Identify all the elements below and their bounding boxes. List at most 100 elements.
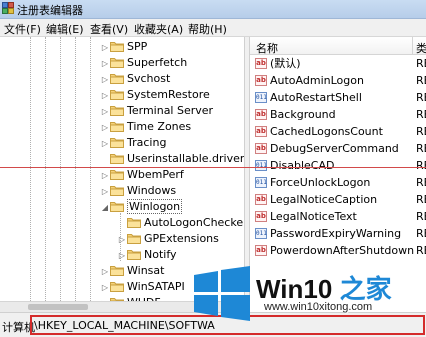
- tree-guide-line: [30, 37, 31, 301]
- value-type: RE: [416, 159, 426, 172]
- tree-guide-line: [75, 37, 76, 301]
- value-name: PowerdownAfterShutdown: [270, 244, 415, 257]
- value-name: Background: [270, 108, 336, 121]
- expand-arrow-icon[interactable]: ▷: [100, 120, 110, 136]
- tree-item-label: WinSATAPI: [127, 280, 185, 293]
- expand-arrow-icon[interactable]: ▷: [100, 88, 110, 104]
- scrollbar-thumb[interactable]: [28, 304, 88, 310]
- tree-item-label: Windows: [127, 184, 177, 197]
- tree-item[interactable]: ▷ SPP: [100, 39, 147, 55]
- tree-item-label: SystemRestore: [127, 88, 210, 101]
- value-row[interactable]: abBackground RE: [250, 106, 426, 123]
- tree-item-label: Time Zones: [127, 120, 192, 133]
- tree-item-label: AutoLogonChecke: [144, 216, 244, 229]
- menu-help[interactable]: 帮助(H): [188, 21, 227, 37]
- value-name: CachedLogonsCount: [270, 125, 383, 138]
- value-type: RE: [416, 57, 426, 70]
- tree-item[interactable]: ▷ Winsat: [100, 263, 165, 280]
- registry-key-tree[interactable]: ▷ SPP ▷ Superfetch ▷ Svchost ▷ SystemRestore ▷ Te…: [0, 37, 244, 301]
- value-name: DebugServerCommand: [270, 142, 399, 155]
- expand-arrow-icon[interactable]: ▷: [100, 72, 110, 88]
- tree-item[interactable]: ◢ Winlogon: [100, 199, 183, 216]
- value-row[interactable]: 011PasswordExpiryWarning RE: [250, 225, 426, 242]
- folder-icon: [110, 201, 124, 212]
- tree-item[interactable]: ▷ Superfetch: [100, 55, 187, 71]
- value-row[interactable]: abAutoAdminLogon RE: [250, 72, 426, 89]
- expand-arrow-icon[interactable]: ▷: [100, 40, 110, 56]
- column-header-name[interactable]: 名称: [256, 40, 278, 56]
- value-row[interactable]: abCachedLogonsCount RE: [250, 123, 426, 140]
- tree-item[interactable]: ▷ Windows: [100, 183, 176, 199]
- value-row[interactable]: abLegalNoticeCaption RE: [250, 191, 426, 208]
- tree-item-label: Notify: [144, 248, 177, 261]
- tree-item[interactable]: Userinstallable.drivers: [100, 151, 244, 167]
- expand-arrow-icon[interactable]: ▷: [117, 248, 127, 264]
- watermark-title-main: Win10: [256, 274, 333, 304]
- expand-arrow-icon[interactable]: ▷: [100, 184, 110, 200]
- tree-item[interactable]: ▷ Time Zones: [100, 119, 191, 135]
- value-type: RE: [416, 91, 426, 104]
- value-row[interactable]: ab(默认) RE: [250, 55, 426, 72]
- tree-item-label: WbemPerf: [127, 168, 184, 181]
- value-row[interactable]: abPowerdownAfterShutdownRE: [250, 242, 426, 259]
- tree-item-label: Winlogon: [127, 199, 183, 214]
- folder-icon: [110, 265, 124, 276]
- tree-item[interactable]: ▷ Svchost: [100, 71, 170, 87]
- value-row[interactable]: 011DisableCAD RE: [250, 157, 426, 174]
- watermark: Win10 之家 www.win10xitong.com: [192, 265, 426, 336]
- tree-item[interactable]: ▷ WinSATAPI: [100, 279, 185, 295]
- column-header-type[interactable]: 类: [416, 40, 426, 56]
- menu-favorites[interactable]: 收藏夹(A): [134, 21, 183, 37]
- expand-arrow-icon[interactable]: ▷: [100, 168, 110, 184]
- expand-arrow-icon[interactable]: ▷: [100, 264, 110, 280]
- value-type: RE: [416, 125, 426, 138]
- tree-item-label: Winsat: [127, 264, 165, 277]
- value-row[interactable]: 011AutoRestartShell RE: [250, 89, 426, 106]
- tree-item[interactable]: ▷ GPExtensions: [117, 231, 219, 247]
- tree-item[interactable]: ▷ WbemPerf: [100, 167, 184, 183]
- folder-icon: [110, 169, 124, 180]
- value-row[interactable]: abDebugServerCommand RE: [250, 140, 426, 157]
- string-value-icon: ab: [255, 143, 267, 154]
- tree-item[interactable]: AutoLogonChecke: [117, 215, 243, 231]
- binary-value-icon: 011: [255, 92, 267, 103]
- value-type: RE: [416, 210, 426, 223]
- value-name: AutoAdminLogon: [270, 74, 364, 87]
- window-title: 注册表编辑器: [17, 4, 83, 17]
- expand-arrow-icon[interactable]: ▷: [117, 232, 127, 248]
- expand-arrow-icon[interactable]: ▷: [100, 104, 110, 120]
- expand-arrow-icon[interactable]: ▷: [100, 280, 110, 296]
- folder-icon: [110, 153, 124, 164]
- tree-item[interactable]: ▷ Notify: [117, 247, 177, 263]
- tree-item[interactable]: ▷ SystemRestore: [100, 87, 210, 103]
- tree-item[interactable]: ▷ Terminal Server: [100, 103, 213, 119]
- folder-icon: [127, 233, 141, 244]
- regedit-app-icon: [2, 2, 14, 14]
- menu-file[interactable]: 文件(F): [4, 21, 41, 37]
- folder-icon: [110, 41, 124, 52]
- value-row[interactable]: abLegalNoticeText RE: [250, 208, 426, 225]
- value-row[interactable]: 011ForceUnlockLogon RE: [250, 174, 426, 191]
- folder-icon: [110, 73, 124, 84]
- menu-view[interactable]: 查看(V): [90, 21, 128, 37]
- tree-item-label: Terminal Server: [127, 104, 214, 117]
- expand-arrow-icon[interactable]: ▷: [100, 56, 110, 72]
- tree-item-label: SPP: [127, 40, 148, 53]
- tree-item-label: GPExtensions: [144, 232, 219, 245]
- folder-icon: [110, 57, 124, 68]
- collapse-arrow-icon[interactable]: ◢: [100, 200, 110, 216]
- column-divider[interactable]: [412, 37, 413, 54]
- folder-icon: [110, 105, 124, 116]
- value-name: (默认): [270, 57, 301, 70]
- folder-icon: [127, 217, 141, 228]
- tree-item[interactable]: ▷ Tracing: [100, 135, 167, 152]
- string-value-icon: ab: [255, 245, 267, 256]
- tree-item-label: Superfetch: [127, 56, 188, 69]
- string-value-icon: ab: [255, 109, 267, 120]
- tree-guide-line: [45, 37, 46, 301]
- expand-arrow-icon[interactable]: ▷: [100, 136, 110, 152]
- value-name: PasswordExpiryWarning: [270, 227, 402, 240]
- menu-edit[interactable]: 编辑(E): [46, 21, 84, 37]
- menu-bar: 文件(F) 编辑(E) 查看(V) 收藏夹(A) 帮助(H): [0, 19, 426, 37]
- tree-item-label: Userinstallable.drivers: [127, 152, 244, 165]
